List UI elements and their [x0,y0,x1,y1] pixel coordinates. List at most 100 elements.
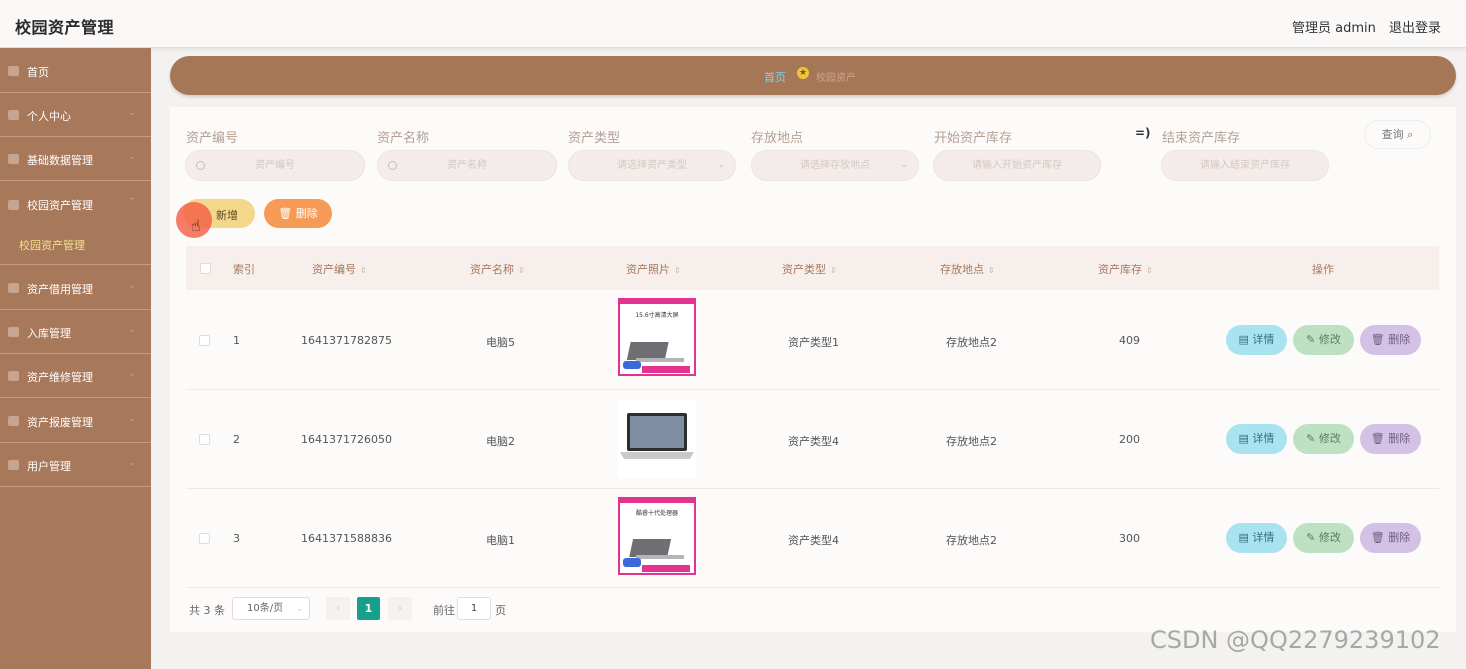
asset-photo[interactable]: 15.6寸高清大屏 [618,298,696,376]
col-photo[interactable]: 资产照片 ⇕ [626,261,681,277]
breadcrumb-home[interactable]: 首页 [764,69,786,85]
chevron-down-icon: ⌄ [296,604,303,613]
col-asset-no[interactable]: 资产编号 ⇕ [312,261,367,277]
detail-button[interactable]: ▤ 详情 [1226,325,1287,355]
col-index: 索引 [233,263,255,276]
cell-location: 存放地点2 [946,435,997,448]
asset-photo[interactable] [618,400,696,478]
chevron-down-icon: ⌄ [717,160,725,170]
pagination-total: 共 3 条 [189,604,225,617]
asset-photo[interactable]: 酷睿十代处理器 [618,497,696,575]
goto-page-input[interactable]: 1 [457,597,491,620]
col-asset-type[interactable]: 资产类型 ⇕ [782,261,837,277]
home-icon [8,66,19,76]
next-page-button[interactable]: › [388,597,412,620]
photo-caption: 酷睿十代处理器 [636,509,678,517]
goto-label: 前往 [433,604,455,617]
sort-icon: ⇕ [988,266,995,275]
col-location[interactable]: 存放地点 ⇕ [940,261,995,277]
asset-name-input[interactable]: 资产名称 [377,150,557,181]
star-icon: ★ [797,67,809,79]
sidebar-item-inbound[interactable]: 入库管理 ⌄ [0,310,151,354]
batch-delete-button[interactable]: 🗑 删除 [264,199,332,228]
monitor-icon [8,200,19,210]
chevron-down-icon: ⌄ [128,152,136,162]
filter-label-asset-type: 资产类型 [568,131,621,146]
sort-icon: ⇕ [518,266,525,275]
trash-icon [8,416,19,426]
sort-icon: ⇕ [360,266,367,275]
cell-index: 2 [233,433,240,446]
col-asset-name[interactable]: 资产名称 ⇕ [470,261,525,277]
photo-caption: 15.6寸高清大屏 [635,311,678,319]
page-unit-label: 页 [495,604,506,617]
cell-index: 3 [233,532,240,545]
cell-stock: 409 [1119,334,1140,347]
sidebar-item-profile[interactable]: 个人中心 ⌄ [0,93,151,137]
chevron-down-icon: ⌄ [128,325,136,335]
chevron-down-icon: ⌄ [128,281,136,291]
cell-asset-type: 资产类型1 [788,336,839,349]
list-icon [8,154,19,164]
watermark: CSDN @QQ2279239102 [1150,626,1441,654]
sidebar-item-users[interactable]: 用户管理 ⌄ [0,443,151,487]
user-label[interactable]: 管理员 admin [1292,17,1376,36]
detail-button[interactable]: ▤ 详情 [1226,424,1287,454]
document-icon [8,283,19,293]
search-icon [388,161,397,170]
delete-button[interactable]: 🗑 删除 [1360,523,1421,553]
cell-asset-no: 1641371588836 [301,532,392,545]
col-ops: 操作 [1312,263,1334,276]
delete-button[interactable]: 🗑 删除 [1360,325,1421,355]
asset-no-input[interactable]: 资产编号 [185,150,365,181]
cell-stock: 200 [1119,433,1140,446]
users-icon [8,460,19,470]
wrench-icon [8,371,19,381]
sidebar-item-home[interactable]: 首页 [0,48,151,93]
sidebar-item-basic-data[interactable]: 基础数据管理 ⌄ [0,137,151,181]
sidebar-item-borrow[interactable]: 资产借用管理 ⌄ [0,265,151,310]
cell-asset-type: 资产类型4 [788,534,839,547]
cell-asset-name: 电脑5 [486,336,515,349]
detail-button[interactable]: ▤ 详情 [1226,523,1287,553]
stock-end-input[interactable]: 请输入结束资产库存 [1161,150,1329,181]
col-stock[interactable]: 资产库存 ⇕ [1098,261,1153,277]
asset-type-select[interactable]: 请选择资产类型 ⌄ [568,150,736,181]
location-select[interactable]: 请选择存放地点 ⌄ [751,150,919,181]
breadcrumb: 首页 ★ 校园资产 [170,56,1456,95]
sidebar-item-repair[interactable]: 资产维修管理 ⌄ [0,354,151,398]
cell-index: 1 [233,334,240,347]
cell-asset-no: 1641371782875 [301,334,392,347]
top-header: 校园资产管理 管理员 admin 退出登录 [0,0,1466,48]
logout-button[interactable]: 退出登录 [1389,17,1441,36]
filter-label-location: 存放地点 [751,131,804,146]
cell-asset-name: 电脑1 [486,534,515,547]
cell-location: 存放地点2 [946,534,997,547]
row-checkbox[interactable] [199,434,210,445]
sort-icon: ⇕ [830,266,837,275]
chevron-up-icon: ⌃ [128,197,136,207]
cell-stock: 300 [1119,532,1140,545]
row-checkbox[interactable] [199,533,210,544]
range-separator: =) [1135,126,1151,140]
sidebar-subitem-campus-assets[interactable]: 校园资产管理 [19,237,85,253]
edit-button[interactable]: ✎ 修改 [1293,424,1354,454]
edit-button[interactable]: ✎ 修改 [1293,325,1354,355]
row-checkbox[interactable] [199,335,210,346]
chevron-down-icon: ⌄ [128,458,136,468]
chevron-down-icon: ⌄ [128,369,136,379]
cell-asset-type: 资产类型4 [788,435,839,448]
page-number-current[interactable]: 1 [357,597,380,620]
delete-button[interactable]: 🗑 删除 [1360,424,1421,454]
edit-button[interactable]: ✎ 修改 [1293,523,1354,553]
filter-label-stock-start: 开始资产库存 [934,131,1013,146]
prev-page-button[interactable]: ‹ [326,597,350,620]
stock-start-input[interactable]: 请输入开始资产库存 [933,150,1101,181]
app-title: 校园资产管理 [15,18,115,37]
filter-label-asset-name: 资产名称 [377,131,430,146]
inbox-icon [8,327,19,337]
page-size-select[interactable]: 10条/页 ⌄ [232,597,310,620]
select-all-checkbox[interactable] [200,263,211,274]
query-button[interactable]: 查询 ⌕ [1364,120,1431,149]
sidebar-item-scrap[interactable]: 资产报废管理 ⌄ [0,398,151,443]
